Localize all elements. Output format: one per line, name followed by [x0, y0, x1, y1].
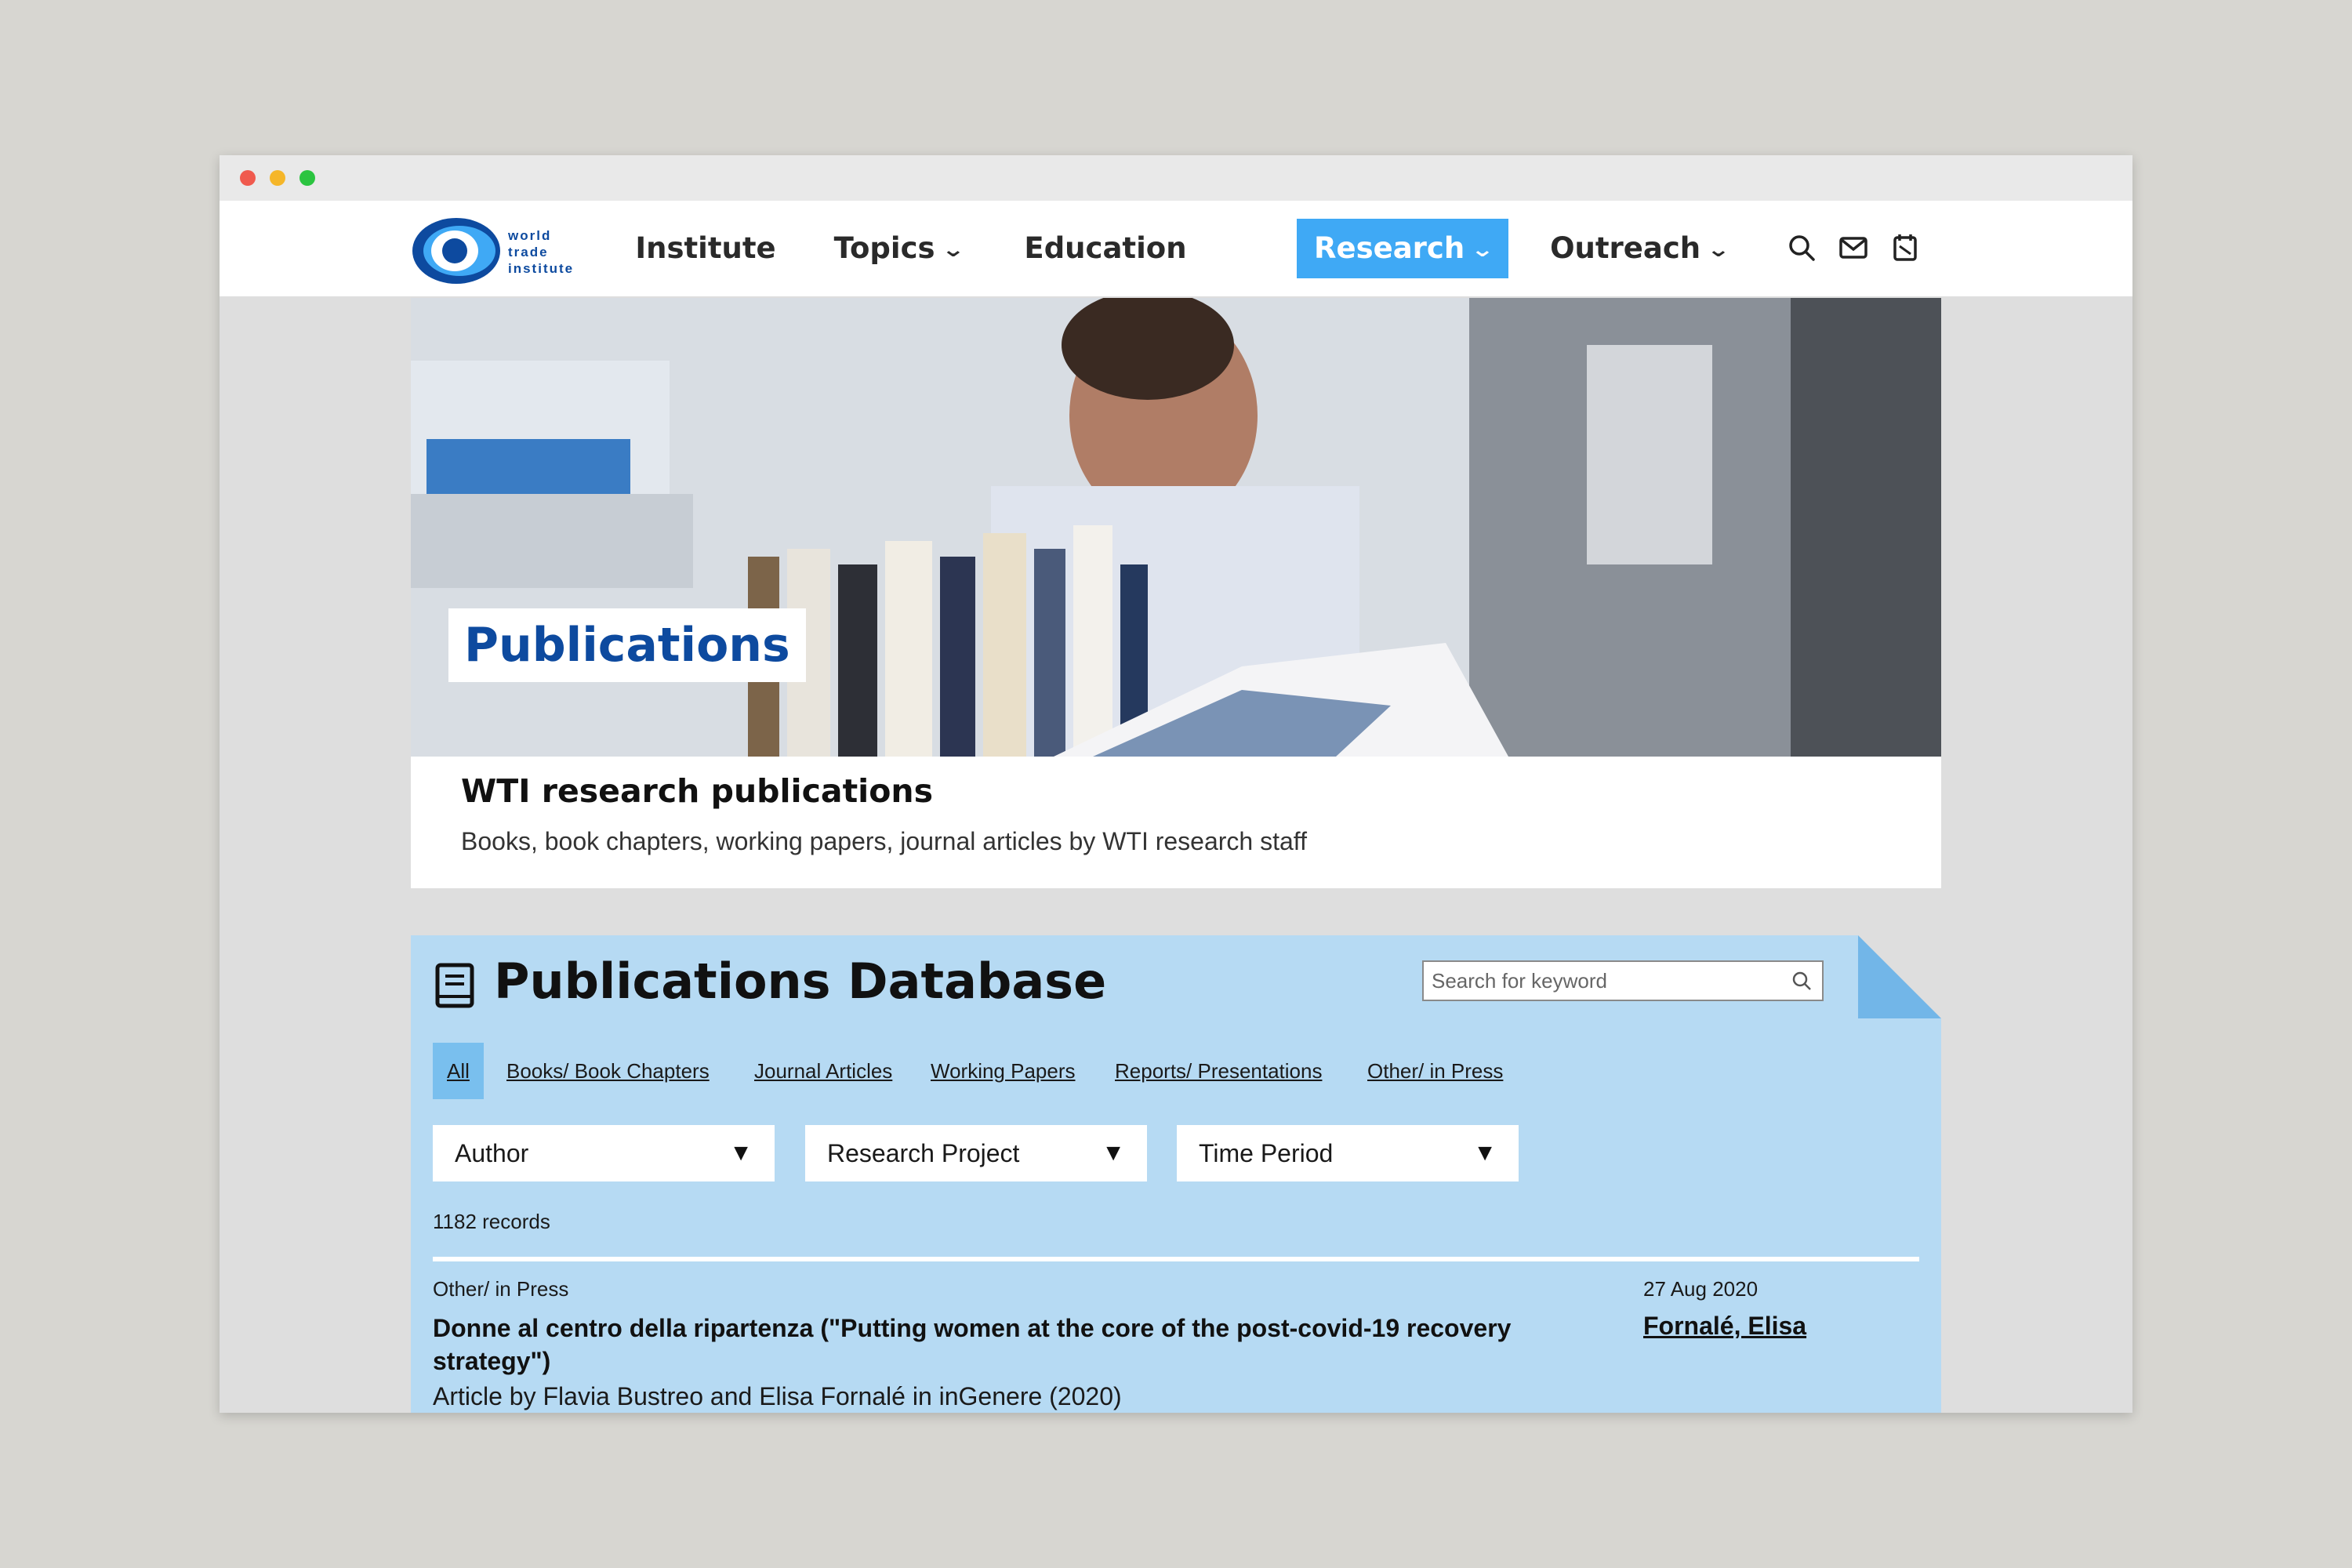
research-project-select[interactable]: Research Project ▼	[805, 1125, 1147, 1181]
nav-research[interactable]: Research ⌄	[1297, 219, 1508, 278]
maximize-window-button[interactable]	[299, 170, 315, 186]
hero-image: Publications	[411, 298, 1941, 757]
intro-heading: WTI research publications	[461, 772, 933, 810]
tab-all[interactable]: All	[433, 1043, 484, 1099]
tab-books-book-chapters[interactable]: Books/ Book Chapters	[506, 1043, 710, 1099]
divider	[433, 1257, 1919, 1261]
publications-database: Publications Database All Books/ Book Ch…	[411, 935, 1941, 1413]
logo-wordmark: world trade institute	[508, 228, 575, 276]
keyword-search-input[interactable]	[1424, 962, 1778, 1000]
search-icon[interactable]	[1791, 970, 1813, 992]
wti-logo[interactable]: world trade institute	[411, 215, 591, 287]
nav-institute[interactable]: Institute⌄	[627, 219, 784, 321]
browser-window: world trade institute Institute⌄ Topics⌄…	[220, 155, 2132, 1413]
tab-reports-presentations[interactable]: Reports/ Presentations	[1115, 1043, 1322, 1099]
chevron-down-icon: ⌄	[941, 238, 965, 262]
entry-type: Other/ in Press	[433, 1277, 569, 1301]
records-count: 1182 records	[433, 1210, 550, 1233]
nav-topics[interactable]: Topics ⌄	[831, 219, 965, 278]
mail-icon[interactable]	[1838, 232, 1869, 263]
tab-journal-articles[interactable]: Journal Articles	[754, 1043, 892, 1099]
database-title: Publications Database	[494, 953, 1107, 1010]
dropdown-arrow-icon: ▼	[1473, 1140, 1497, 1166]
search-icon[interactable]	[1786, 232, 1817, 263]
tab-working-papers[interactable]: Working Papers	[931, 1043, 1076, 1099]
entry-description: Article by Flavia Bustreo and Elisa Forn…	[433, 1382, 1122, 1410]
intro-section: WTI research publications Books, book ch…	[411, 757, 1941, 888]
author-select[interactable]: Author ▼	[433, 1125, 775, 1181]
keyword-search[interactable]	[1422, 960, 1824, 1001]
entry-author-link[interactable]: Fornalé, Elisa	[1643, 1312, 1806, 1341]
nav-outreach[interactable]: Outreach ⌄	[1544, 219, 1733, 278]
window-titlebar	[220, 155, 2132, 201]
tab-other-in-press[interactable]: Other/ in Press	[1367, 1043, 1503, 1099]
chevron-down-icon: ⌄	[1706, 238, 1731, 262]
corner-cutout	[1858, 935, 1941, 1018]
close-window-button[interactable]	[240, 170, 256, 186]
eye-logo-icon	[412, 218, 500, 284]
minimize-window-button[interactable]	[270, 170, 285, 186]
document-icon	[435, 963, 474, 1008]
dropdown-arrow-icon: ▼	[729, 1140, 753, 1166]
library-bookshelf-photo	[411, 298, 1941, 757]
chevron-down-icon: ⌄	[1470, 238, 1495, 262]
page-title: Publications	[448, 608, 806, 682]
intro-text: Books, book chapters, working papers, jo…	[461, 827, 1307, 855]
entry-title[interactable]: Donne al centro della ripartenza ("Putti…	[433, 1312, 1601, 1377]
site-header: world trade institute Institute⌄ Topics⌄…	[220, 201, 2132, 321]
time-period-select[interactable]: Time Period ▼	[1177, 1125, 1519, 1181]
calendar-icon[interactable]	[1889, 232, 1921, 263]
nav-education[interactable]: Education⌄	[1011, 219, 1200, 321]
entry-date: 27 Aug 2020	[1643, 1277, 1759, 1301]
dropdown-arrow-icon: ▼	[1102, 1140, 1125, 1166]
